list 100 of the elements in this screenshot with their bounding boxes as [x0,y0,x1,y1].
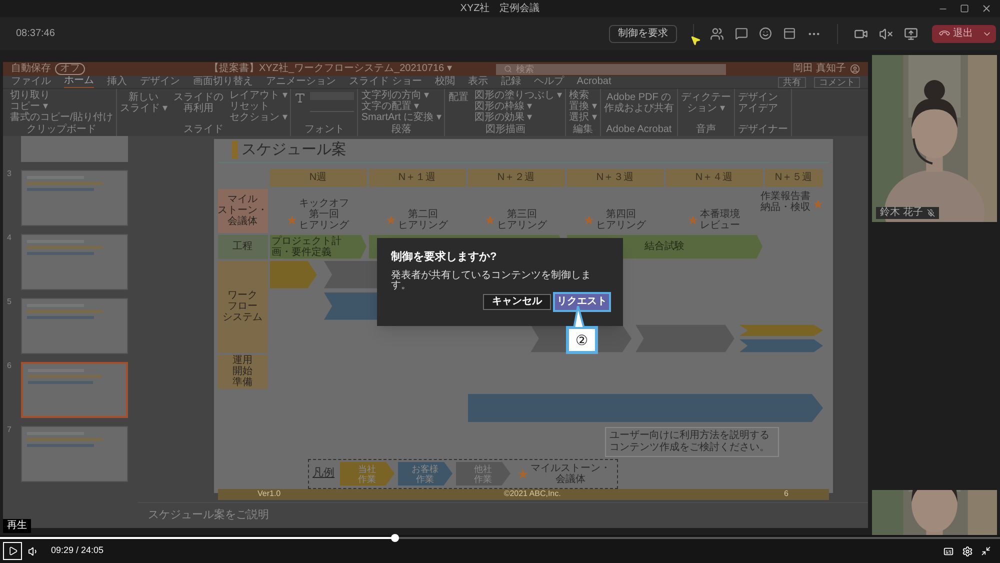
request-button[interactable]: リクエスト [555,294,609,310]
ribbon-item[interactable]: リセット [230,101,288,112]
ribbon-tab[interactable]: ファイル [11,76,51,88]
captions-icon[interactable] [943,546,954,556]
ribbon-tab[interactable]: デザイン [140,76,180,88]
milestone-label: 第四回 ヒアリング [596,208,646,230]
row-label: マイル ストーン・ 会議体 [218,188,268,232]
request-control-button[interactable]: 制御を要求 [609,24,677,42]
ribbon-item[interactable]: SmartArt に変換 ▾ [361,112,442,123]
ribbon-tab[interactable]: Acrobat [576,76,612,88]
row-label: 運用 開始 準備 [218,354,268,388]
ribbon-action-button[interactable]: 共有 [778,76,806,88]
ribbon-group-label: 図形描画 [484,125,526,136]
ribbon-tab[interactable]: 記録 [500,76,521,88]
ribbon-item[interactable]: コピー ▾ [10,101,113,112]
footer-copyright: ©2021 ABC,Inc. [504,490,561,498]
ribbon-group-label: フォント [303,125,346,136]
slide-thumbnail[interactable] [21,170,128,226]
meeting-time: 08:37:46 [16,27,55,41]
slide-thumbnail[interactable] [21,298,128,354]
milestone-label: 本番環境 レビュー [700,208,740,230]
ribbon-item[interactable]: 文字列の方向 ▾ [361,90,442,101]
ribbon-button[interactable]: 新しい スライド ▾ [120,92,168,114]
callout-pointer-icon [573,306,585,328]
autosave-label: 自動保存 [11,64,51,74]
ribbon-item[interactable]: 置換 ▾ [569,101,597,112]
row-label: ワーク フロー システム [218,260,268,352]
ribbon-group-label: 編集 [572,125,594,136]
chat-icon[interactable] [735,27,748,40]
ribbon-tab[interactable]: 表示 [468,76,488,88]
slide-thumbnail[interactable] [21,362,128,418]
close-icon[interactable] [981,3,992,14]
milestone-label: 第三回 ヒアリング [497,208,547,230]
ribbon-button[interactable]: 配置 [448,92,468,103]
autosave-toggle[interactable]: オフ [55,63,85,75]
leave-button[interactable]: 退出 [932,24,996,42]
ribbon-item[interactable]: 書式のコピー/貼り付け [10,112,113,123]
settings-icon[interactable] [962,546,973,556]
ribbon-item[interactable]: 選択 ▾ [569,112,597,123]
participants-icon[interactable] [710,26,724,40]
step-callout: ② [566,326,598,354]
speaker-notes: スケジュール案をご説明 [148,508,269,524]
week-header: N＋１週 [368,168,466,186]
ribbon-tab[interactable]: ヘルプ [534,76,564,88]
ribbon-item[interactable]: 文字の配置 ▾ [361,101,442,112]
share-screen-icon[interactable] [904,26,918,40]
ribbon-tab[interactable]: スライド ショー [349,76,422,88]
seek-handle[interactable] [391,534,399,542]
ribbon-item[interactable]: 切り取り [10,90,113,101]
milestone-label: 第二回 ヒアリング [398,208,448,230]
ribbon-item[interactable]: 図形の効果 ▾ [474,112,562,123]
star-icon [386,214,396,224]
week-header: N週 [270,168,366,186]
speaker-muted-icon[interactable] [879,26,893,40]
ribbon-item[interactable]: レイアウト ▾ [230,90,288,101]
volume-icon[interactable] [28,546,39,556]
cancel-button[interactable]: キャンセル [483,294,551,310]
slide-thumbnail[interactable] [21,234,128,290]
footer-page: 6 [784,490,788,498]
slide-number: 4 [7,234,12,242]
rooms-icon[interactable] [783,27,796,40]
dialog: 制御を要求しますか? 発表者が共有しているコンテンツを制御します。 キャンセル リクエスト [377,238,623,326]
ribbon-item[interactable]: 図形の塗りつぶし ▾ [474,90,562,101]
window-title: XYZ社 定例会議 [460,4,540,14]
star-icon [584,214,594,224]
ribbon-button[interactable]: ディクテー ション ▾ [680,92,731,114]
playback-time: 09:29 / 24:05 [51,544,104,558]
ribbon-tab[interactable]: 校閲 [434,76,455,88]
ribbon-tab[interactable]: アニメーション [266,76,336,88]
slide-thumbnail[interactable] [21,136,128,162]
ribbon-action-button[interactable]: コメント [814,76,860,88]
ribbon-tab[interactable]: 画面切り替え [193,76,253,88]
ribbon-group-label: スライド [182,125,225,136]
play-button[interactable] [3,542,22,560]
ribbon-button[interactable]: スライドの 再利用 [174,92,224,114]
week-header: N＋５週 [764,168,822,186]
ribbon-group-label: Adobe Acrobat [605,125,673,136]
maximize-icon[interactable] [960,4,969,13]
star-icon [518,468,528,478]
ribbon-group-label: 音声 [694,125,717,136]
title-accent-bar [232,141,238,160]
process-bar: プロジェクト計画・要件定義 [270,234,366,258]
star-icon [287,214,297,224]
legend-swatch: お客様 作業 [398,462,452,486]
exit-fullscreen-icon[interactable] [981,546,991,556]
slide-title: スケジュール案 [242,140,346,160]
ribbon-item[interactable]: セクション ▾ [230,112,288,123]
ribbon-button[interactable]: Adobe PDF の 作成および共有 [604,92,674,114]
ribbon-tab[interactable]: ホーム [64,76,94,88]
star-icon [485,214,495,224]
ribbon-button[interactable]: デザイン アイデア [738,92,778,114]
ribbon-icon [294,92,306,104]
slide-thumbnail[interactable] [21,426,128,482]
slide-number: 3 [7,170,12,178]
ribbon-tab[interactable]: 挿入 [107,76,127,88]
ribbon-item[interactable]: 図形の枠線 ▾ [474,101,562,112]
milestone-label: キックオフ 第一回 ヒアリング [299,198,349,230]
slide-number: 6 [7,362,12,370]
ribbon-item[interactable]: 検索 [569,90,597,101]
reactions-icon[interactable] [759,27,772,40]
